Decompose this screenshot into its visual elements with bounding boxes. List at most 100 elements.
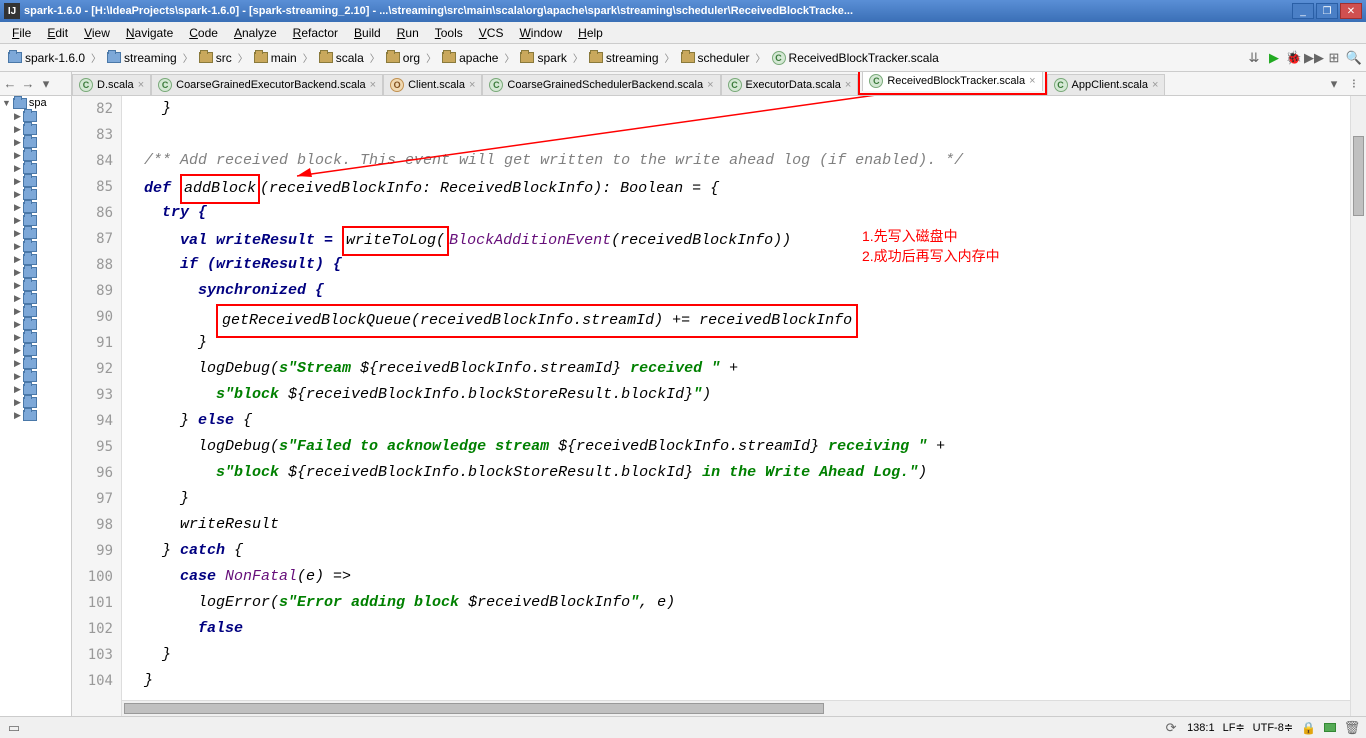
menu-help[interactable]: Help bbox=[570, 24, 611, 42]
tree-item[interactable]: ▶ bbox=[0, 396, 71, 409]
expand-icon[interactable]: ▶ bbox=[14, 228, 21, 239]
tree-item[interactable]: ▶ bbox=[0, 279, 71, 292]
close-tab-icon[interactable]: × bbox=[707, 79, 713, 91]
tree-item[interactable]: ▶ bbox=[0, 383, 71, 396]
menu-refactor[interactable]: Refactor bbox=[285, 24, 346, 42]
breadcrumb-scheduler[interactable]: scheduler bbox=[677, 49, 754, 67]
close-tab-icon[interactable]: × bbox=[370, 79, 376, 91]
expand-icon[interactable]: ▶ bbox=[14, 111, 21, 122]
expand-icon[interactable]: ▶ bbox=[14, 124, 21, 135]
menu-navigate[interactable]: Navigate bbox=[118, 24, 181, 42]
line-number[interactable]: 89 bbox=[72, 278, 113, 304]
breadcrumb-apache[interactable]: apache bbox=[438, 49, 502, 67]
expand-icon[interactable]: ▶ bbox=[14, 215, 21, 226]
line-number[interactable]: 83 bbox=[72, 122, 113, 148]
menu-analyze[interactable]: Analyze bbox=[226, 24, 285, 42]
line-number[interactable]: 88 bbox=[72, 252, 113, 278]
close-tab-icon[interactable]: × bbox=[1152, 79, 1158, 91]
menu-run[interactable]: Run bbox=[389, 24, 427, 42]
horizontal-scrollbar[interactable] bbox=[122, 700, 1350, 716]
tab-d-scala[interactable]: CD.scala× bbox=[72, 74, 151, 95]
sync-icon[interactable]: ⟳ bbox=[1163, 720, 1179, 736]
line-number[interactable]: 92 bbox=[72, 356, 113, 382]
breadcrumb-src[interactable]: src bbox=[195, 49, 236, 67]
expand-icon[interactable]: ▶ bbox=[14, 371, 21, 382]
tree-item[interactable]: ▶ bbox=[0, 305, 71, 318]
line-number[interactable]: 96 bbox=[72, 460, 113, 486]
tree-item[interactable]: ▶ bbox=[0, 123, 71, 136]
breadcrumb-streaming[interactable]: streaming bbox=[103, 49, 181, 67]
menu-file[interactable]: File bbox=[4, 24, 39, 42]
tree-item[interactable]: ▶ bbox=[0, 110, 71, 123]
line-number[interactable]: 101 bbox=[72, 590, 113, 616]
tree-item[interactable]: ▶ bbox=[0, 240, 71, 253]
expand-icon[interactable]: ▶ bbox=[14, 293, 21, 304]
tree-item[interactable]: ▶ bbox=[0, 331, 71, 344]
scrollbar-thumb[interactable] bbox=[124, 703, 824, 714]
close-tab-icon[interactable]: × bbox=[845, 79, 851, 91]
down-icon[interactable]: ▾ bbox=[38, 76, 54, 92]
expand-icon[interactable]: ▶ bbox=[14, 163, 21, 174]
search-icon[interactable]: 🔍 bbox=[1346, 50, 1362, 66]
tree-item[interactable]: ▶ bbox=[0, 266, 71, 279]
encoding[interactable]: UTF-8≑ bbox=[1253, 721, 1293, 734]
expand-icon[interactable]: ▶ bbox=[14, 332, 21, 343]
expand-icon[interactable]: ▶ bbox=[14, 241, 21, 252]
run-icon[interactable]: ▶ bbox=[1266, 50, 1282, 66]
tab-coarsegrainedexecutorbackend-scala[interactable]: CCoarseGrainedExecutorBackend.scala× bbox=[151, 74, 383, 95]
tree-item[interactable]: ▶ bbox=[0, 188, 71, 201]
tree-item[interactable]: ▶ bbox=[0, 409, 71, 422]
tree-item[interactable]: ▶ bbox=[0, 357, 71, 370]
menu-vcs[interactable]: VCS bbox=[471, 24, 512, 42]
code-editor[interactable]: } /** Add received block. This event wil… bbox=[122, 96, 1366, 716]
tree-item[interactable]: ▶ bbox=[0, 227, 71, 240]
tree-item[interactable]: ▶ bbox=[0, 136, 71, 149]
expand-icon[interactable]: ▶ bbox=[14, 280, 21, 291]
tree-item[interactable]: ▶ bbox=[0, 318, 71, 331]
expand-icon[interactable]: ▶ bbox=[14, 306, 21, 317]
indicators-icon[interactable] bbox=[1324, 723, 1336, 732]
line-number[interactable]: 100 bbox=[72, 564, 113, 590]
breadcrumb-scala[interactable]: scala bbox=[315, 49, 368, 67]
tab-client-scala[interactable]: OClient.scala× bbox=[383, 74, 482, 95]
close-button[interactable]: ✕ bbox=[1340, 3, 1362, 19]
forward-icon[interactable]: → bbox=[20, 76, 36, 92]
line-number[interactable]: 86 bbox=[72, 200, 113, 226]
line-number[interactable]: 95 bbox=[72, 434, 113, 460]
tree-item[interactable]: ▶ bbox=[0, 175, 71, 188]
scrollbar-thumb[interactable] bbox=[1353, 136, 1364, 216]
stop-icon[interactable]: ▶▶ bbox=[1306, 50, 1322, 66]
expand-icon[interactable]: ▶ bbox=[14, 137, 21, 148]
breadcrumb-receivedblocktracker-scala[interactable]: CReceivedBlockTracker.scala bbox=[768, 49, 943, 67]
tab-coarsegrainedschedulerbackend-scala[interactable]: CCoarseGrainedSchedulerBackend.scala× bbox=[482, 74, 720, 95]
line-number[interactable]: 104 bbox=[72, 668, 113, 694]
vertical-scrollbar[interactable] bbox=[1350, 96, 1366, 716]
sync-icon[interactable]: ⇊ bbox=[1246, 50, 1262, 66]
expand-icon[interactable]: ▶ bbox=[14, 397, 21, 408]
expand-icon[interactable]: ▶ bbox=[14, 254, 21, 265]
line-number[interactable]: 82 bbox=[72, 96, 113, 122]
structure-icon[interactable]: ⊞ bbox=[1326, 50, 1342, 66]
status-icon[interactable]: ▭ bbox=[6, 720, 22, 736]
tree-item[interactable]: ▶ bbox=[0, 344, 71, 357]
line-ending[interactable]: LF≑ bbox=[1223, 721, 1245, 734]
line-number[interactable]: 87 bbox=[72, 226, 113, 252]
trash-icon[interactable]: 🗑 bbox=[1344, 720, 1360, 736]
line-number[interactable]: 93 bbox=[72, 382, 113, 408]
expand-icon[interactable]: ▼ bbox=[2, 98, 11, 108]
menu-edit[interactable]: Edit bbox=[39, 24, 76, 42]
expand-icon[interactable]: ▶ bbox=[14, 189, 21, 200]
tree-item[interactable]: ▶ bbox=[0, 253, 71, 266]
line-number[interactable]: 97 bbox=[72, 486, 113, 512]
line-number[interactable]: 94 bbox=[72, 408, 113, 434]
breadcrumb-main[interactable]: main bbox=[250, 49, 301, 67]
tree-item[interactable]: ▶ bbox=[0, 292, 71, 305]
tree-item[interactable]: ▶ bbox=[0, 370, 71, 383]
line-number[interactable]: 99 bbox=[72, 538, 113, 564]
tabs-menu-icon[interactable]: ⁝ bbox=[1346, 76, 1362, 92]
tree-item[interactable]: ▶ bbox=[0, 149, 71, 162]
maximize-button[interactable]: ❐ bbox=[1316, 3, 1338, 19]
tree-item[interactable]: ▶ bbox=[0, 214, 71, 227]
line-number[interactable]: 98 bbox=[72, 512, 113, 538]
close-tab-icon[interactable]: × bbox=[469, 79, 475, 91]
